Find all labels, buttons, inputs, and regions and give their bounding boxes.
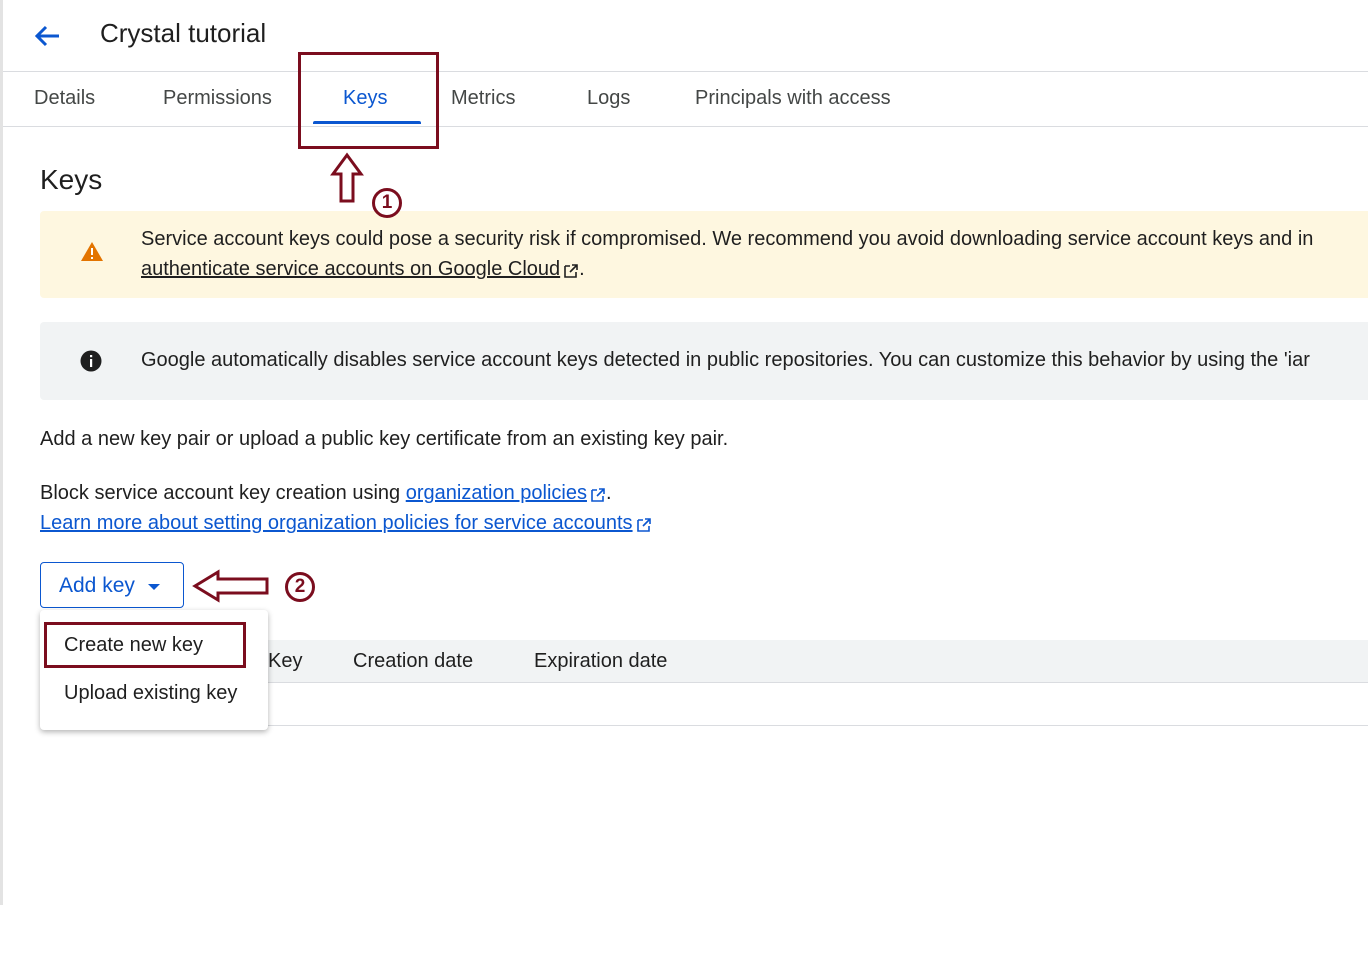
annotation-highlight-keys-tab <box>298 52 439 149</box>
page-title: Crystal tutorial <box>100 18 267 48</box>
back-arrow-icon[interactable] <box>31 20 65 52</box>
warning-suffix: . <box>579 258 585 280</box>
description-text: Add a new key pair or upload a public ke… <box>40 428 729 450</box>
page-header: Crystal tutorial <box>3 0 1368 72</box>
left-border <box>0 0 3 905</box>
tab-bar: Details Permissions Keys Metrics Logs Pr… <box>3 72 1368 127</box>
caret-down-icon <box>148 584 160 590</box>
annotation-left-arrow-icon <box>192 569 269 603</box>
warning-text: Service account keys could pose a securi… <box>141 228 1314 250</box>
section-title: Keys <box>40 164 103 195</box>
external-link-icon <box>636 516 652 532</box>
column-header-key: Key <box>268 650 303 672</box>
learn-more-link[interactable]: Learn more about setting organization po… <box>40 512 633 534</box>
info-banner: Google automatically disables service ac… <box>40 322 1368 400</box>
column-header-expiration-date: Expiration date <box>534 650 668 672</box>
annotation-step-1: 1 <box>372 188 402 218</box>
warning-banner: Service account keys could pose a securi… <box>40 211 1368 298</box>
warning-text-line2: authenticate service accounts on Google … <box>141 258 585 281</box>
menu-item-upload-existing-key[interactable]: Upload existing key <box>64 682 237 705</box>
policy-prefix: Block service account key creation using <box>40 482 406 504</box>
policy-suffix: . <box>605 482 612 504</box>
tab-logs[interactable]: Logs <box>587 87 630 110</box>
tab-permissions[interactable]: Permissions <box>163 87 272 110</box>
tab-details[interactable]: Details <box>34 87 95 110</box>
annotation-up-arrow-icon <box>330 152 364 203</box>
annotation-highlight-create-new-key <box>44 622 246 668</box>
annotation-step-2: 2 <box>285 572 315 602</box>
warning-icon <box>80 240 104 264</box>
add-key-label: Add key <box>59 574 135 597</box>
external-link-icon <box>563 262 579 278</box>
policy-text: Block service account key creation using… <box>40 482 612 505</box>
info-text: Google automatically disables service ac… <box>141 349 1310 371</box>
external-link-icon <box>590 486 606 502</box>
authenticate-link[interactable]: authenticate service accounts on Google … <box>141 258 560 280</box>
info-icon <box>80 350 102 372</box>
learn-more-line: Learn more about setting organization po… <box>40 512 652 535</box>
add-key-button[interactable]: Add key <box>40 562 184 608</box>
tab-principals-with-access[interactable]: Principals with access <box>695 87 891 110</box>
tab-metrics[interactable]: Metrics <box>451 87 515 110</box>
organization-policies-link[interactable]: organization policies <box>406 482 587 504</box>
column-header-creation-date: Creation date <box>353 650 474 672</box>
